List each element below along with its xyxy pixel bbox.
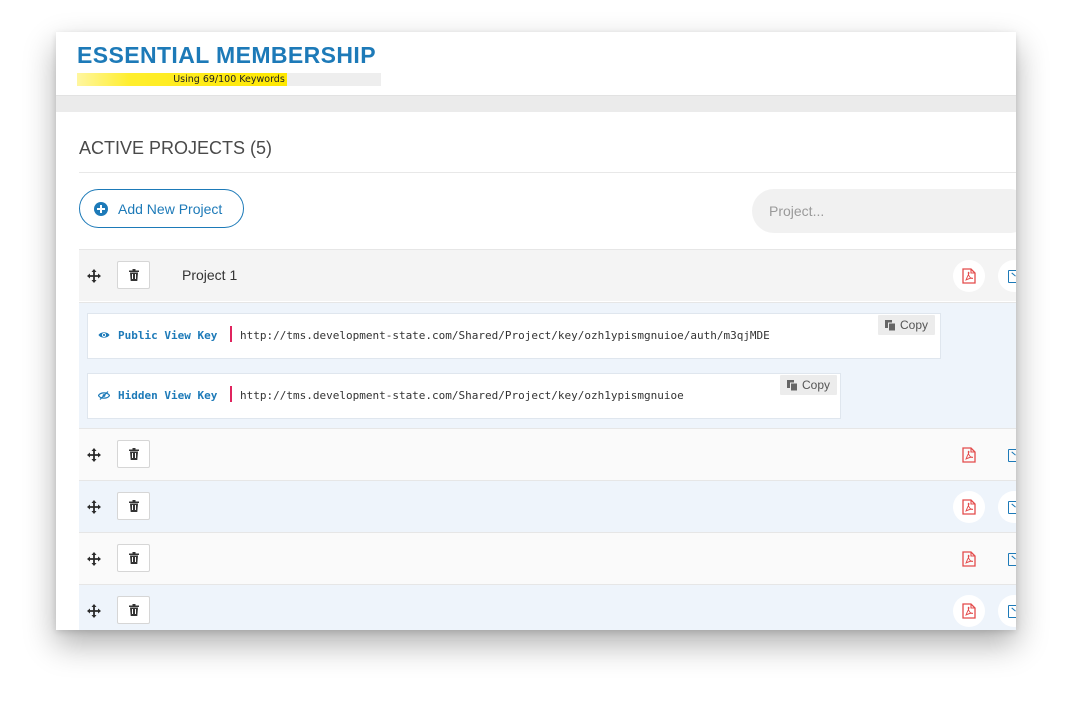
divider <box>79 172 1016 173</box>
copy-icon <box>885 319 896 331</box>
export-excel-button[interactable] <box>998 491 1016 523</box>
export-excel-button[interactable] <box>998 543 1016 575</box>
public-view-key-url[interactable]: http://tms.development-state.com/Shared/… <box>240 329 770 342</box>
export-pdf-button[interactable] <box>953 260 985 292</box>
app-window: ESSENTIAL MEMBERSHIP Using 69/100 Keywor… <box>56 32 1016 630</box>
export-pdf-button[interactable] <box>953 543 985 575</box>
trash-icon <box>128 448 139 460</box>
delete-project-button[interactable] <box>117 544 150 572</box>
move-arrows-icon[interactable] <box>87 269 101 283</box>
project-name[interactable]: Project 1 <box>182 267 237 283</box>
export-excel-button[interactable] <box>998 595 1016 627</box>
section-title: ACTIVE PROJECTS (5) <box>79 138 273 158</box>
plus-circle-icon <box>94 201 108 216</box>
pdf-icon <box>962 603 976 619</box>
delete-project-button[interactable] <box>117 261 150 289</box>
membership-title: ESSENTIAL MEMBERSHIP <box>77 42 376 68</box>
eye-slash-icon <box>98 391 110 400</box>
copy-public-key-button[interactable]: Copy <box>878 315 936 335</box>
trash-icon <box>128 269 139 281</box>
trash-icon <box>128 604 139 616</box>
trash-icon <box>128 552 139 564</box>
project-row <box>79 480 1016 532</box>
add-new-project-label: Add New Project <box>118 200 223 217</box>
key-separator <box>230 386 232 402</box>
pdf-icon <box>962 551 976 567</box>
project-search-input[interactable] <box>752 189 1016 233</box>
public-view-key-label: Public View Key <box>118 329 218 342</box>
excel-icon <box>1008 604 1016 618</box>
copy-icon <box>787 379 798 391</box>
copy-label: Copy <box>900 318 929 332</box>
pdf-icon <box>962 499 976 515</box>
delete-project-button[interactable] <box>117 596 150 624</box>
export-excel-button[interactable] <box>998 260 1016 292</box>
project-row <box>79 584 1016 630</box>
excel-icon <box>1008 552 1016 566</box>
projects-panel: ACTIVE PROJECTS (5) Add New Project Proj… <box>56 112 1016 630</box>
keyword-usage-bar: Using 69/100 Keywords <box>77 73 381 86</box>
export-pdf-button[interactable] <box>953 491 985 523</box>
pdf-icon <box>962 268 976 284</box>
add-new-project-button[interactable]: Add New Project <box>79 189 244 228</box>
move-arrows-icon[interactable] <box>87 448 101 462</box>
copy-label: Copy <box>802 378 831 392</box>
hidden-view-key-url[interactable]: http://tms.development-state.com/Shared/… <box>240 389 684 402</box>
copy-hidden-key-button[interactable]: Copy <box>780 375 838 395</box>
excel-icon <box>1008 500 1016 514</box>
pdf-icon <box>962 447 976 463</box>
move-arrows-icon[interactable] <box>87 604 101 618</box>
project-row <box>79 428 1016 480</box>
trash-icon <box>128 500 139 512</box>
key-separator <box>230 326 232 342</box>
membership-header: ESSENTIAL MEMBERSHIP Using 69/100 Keywor… <box>56 32 1016 96</box>
project-row <box>79 532 1016 584</box>
hidden-view-key-label: Hidden View Key <box>118 389 218 402</box>
eye-icon <box>98 332 110 338</box>
excel-icon <box>1008 448 1016 462</box>
project-keys-panel: Public View Key http://tms.development-s… <box>79 302 1016 429</box>
export-excel-button[interactable] <box>998 439 1016 471</box>
move-arrows-icon[interactable] <box>87 500 101 514</box>
move-arrows-icon[interactable] <box>87 552 101 566</box>
export-pdf-button[interactable] <box>953 439 985 471</box>
keyword-usage-text: Using 69/100 Keywords <box>173 74 285 85</box>
public-view-key-box: Public View Key http://tms.development-s… <box>87 313 941 359</box>
export-pdf-button[interactable] <box>953 595 985 627</box>
delete-project-button[interactable] <box>117 492 150 520</box>
delete-project-button[interactable] <box>117 440 150 468</box>
project-row: Project 1 <box>79 249 1016 301</box>
excel-icon <box>1008 269 1016 283</box>
hidden-view-key-box: Hidden View Key http://tms.development-s… <box>87 373 841 419</box>
